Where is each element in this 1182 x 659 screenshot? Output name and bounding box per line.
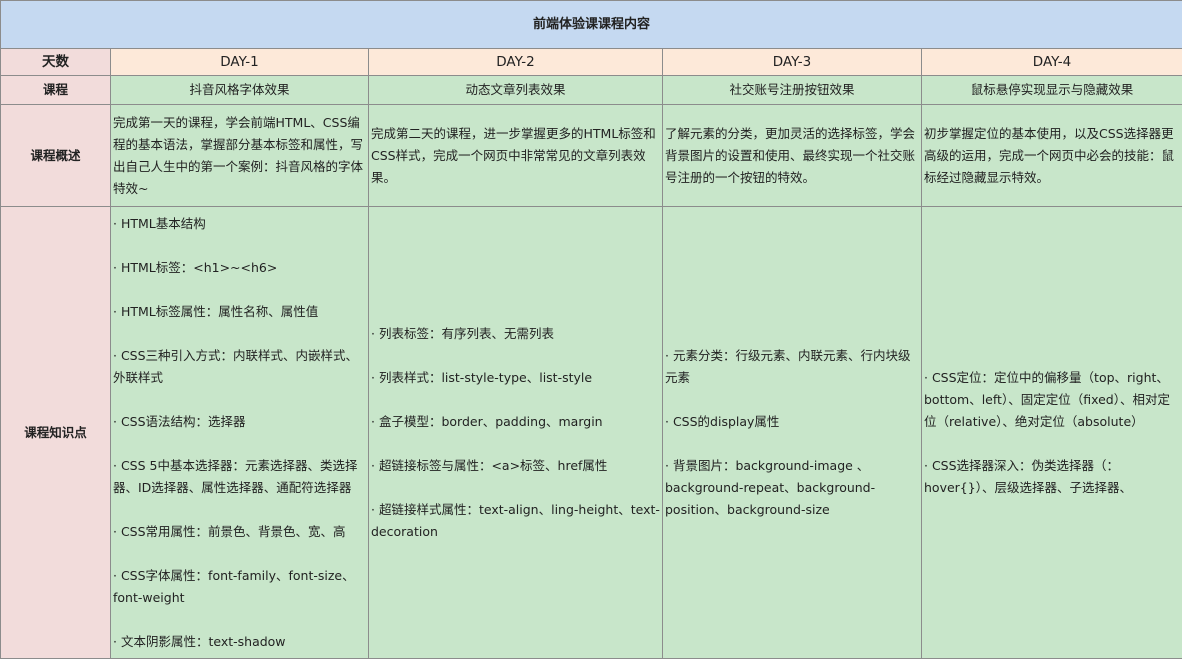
knowledge-point: · 超链接样式属性：text-align、ling-height、text-de…: [371, 499, 660, 543]
knowledge-point: · 文本阴影属性：text-shadow: [113, 631, 366, 653]
knowledge-point: · CSS的display属性: [665, 411, 919, 433]
knowledge-point: · 列表样式：list-style-type、list-style: [371, 367, 660, 389]
knowledge-points: · HTML基本结构 · HTML标签：<h1>~<h6> · HTML标签属性：属…: [111, 207, 369, 659]
overview-row: 课程概述 完成第一天的课程，学会前端HTML、CSS编程的基本语法，掌握部分基本…: [1, 105, 1182, 207]
day-header: DAY-1: [111, 49, 369, 76]
day-row: 天数 DAY-1 DAY-2 DAY-3 DAY-4: [1, 49, 1182, 76]
knowledge-point: · CSS选择器深入：伪类选择器（：hover{}）、层级选择器、子选择器、: [924, 455, 1180, 499]
row-label-course: 课程: [1, 76, 111, 105]
course-overview: 初步掌握定位的基本使用，以及CSS选择器更高级的运用，完成一个网页中必会的技能：…: [922, 105, 1182, 207]
course-overview: 完成第二天的课程，进一步掌握更多的HTML标签和CSS样式，完成一个网页中非常常…: [369, 105, 663, 207]
knowledge-row: 课程知识点 · HTML基本结构· HTML标签：<h1>~<h6>· HTML…: [1, 207, 1182, 659]
knowledge-point: · 元素分类：行级元素、内联元素、行内块级元素: [665, 345, 919, 389]
knowledge-point: · CSS 5中基本选择器：元素选择器、类选择器、ID选择器、属性选择器、通配符…: [113, 455, 366, 499]
knowledge-point: · CSS字体属性：font-family、font-size、font-wei…: [113, 565, 366, 609]
knowledge-points: · CSS定位：定位中的偏移量（top、right、bottom、left）、固…: [922, 207, 1182, 659]
knowledge-point: · HTML标签：<h1>~<h6>: [113, 257, 366, 279]
day-header: DAY-2: [369, 49, 663, 76]
course-overview: 完成第一天的课程，学会前端HTML、CSS编程的基本语法，掌握部分基本标签和属性…: [111, 105, 369, 207]
course-overview: 了解元素的分类，更加灵活的选择标签，学会背景图片的设置和使用、最终实现一个社交账…: [663, 105, 922, 207]
course-table: 前端体验课课程内容 天数 DAY-1 DAY-2 DAY-3 DAY-4 课程 …: [0, 0, 1182, 659]
knowledge-point: · 列表标签：有序列表、无需列表: [371, 323, 660, 345]
knowledge-point: · CSS语法结构：选择器: [113, 411, 366, 433]
day-header: DAY-4: [922, 49, 1182, 76]
row-label-overview: 课程概述: [1, 105, 111, 207]
knowledge-point: · HTML标签属性：属性名称、属性值: [113, 301, 366, 323]
course-name: 鼠标悬停实现显示与隐藏效果: [922, 76, 1182, 105]
course-row: 课程 抖音风格字体效果 动态文章列表效果 社交账号注册按钮效果 鼠标悬停实现显示…: [1, 76, 1182, 105]
knowledge-point: · 背景图片：background-image 、background-repe…: [665, 455, 919, 521]
row-label-knowledge: 课程知识点: [1, 207, 111, 659]
knowledge-point: · 超链接标签与属性：<a>标签、href属性: [371, 455, 660, 477]
knowledge-points: · 列表标签：有序列表、无需列表 · 列表样式：list-style-type、l…: [369, 207, 663, 659]
knowledge-point: · CSS三种引入方式：内联样式、内嵌样式、外联样式: [113, 345, 366, 389]
knowledge-point: · CSS常用属性：前景色、背景色、宽、高: [113, 521, 366, 543]
knowledge-points: · 元素分类：行级元素、内联元素、行内块级元素 · CSS的display属性 · …: [663, 207, 922, 659]
table-title: 前端体验课课程内容: [1, 1, 1182, 49]
course-name: 抖音风格字体效果: [111, 76, 369, 105]
row-label-day: 天数: [1, 49, 111, 76]
day-header: DAY-3: [663, 49, 922, 76]
course-name: 动态文章列表效果: [369, 76, 663, 105]
knowledge-point: · HTML基本结构: [113, 213, 366, 235]
knowledge-point: · CSS定位：定位中的偏移量（top、right、bottom、left）、固…: [924, 367, 1180, 433]
knowledge-point: · 盒子模型：border、padding、margin: [371, 411, 660, 433]
course-name: 社交账号注册按钮效果: [663, 76, 922, 105]
